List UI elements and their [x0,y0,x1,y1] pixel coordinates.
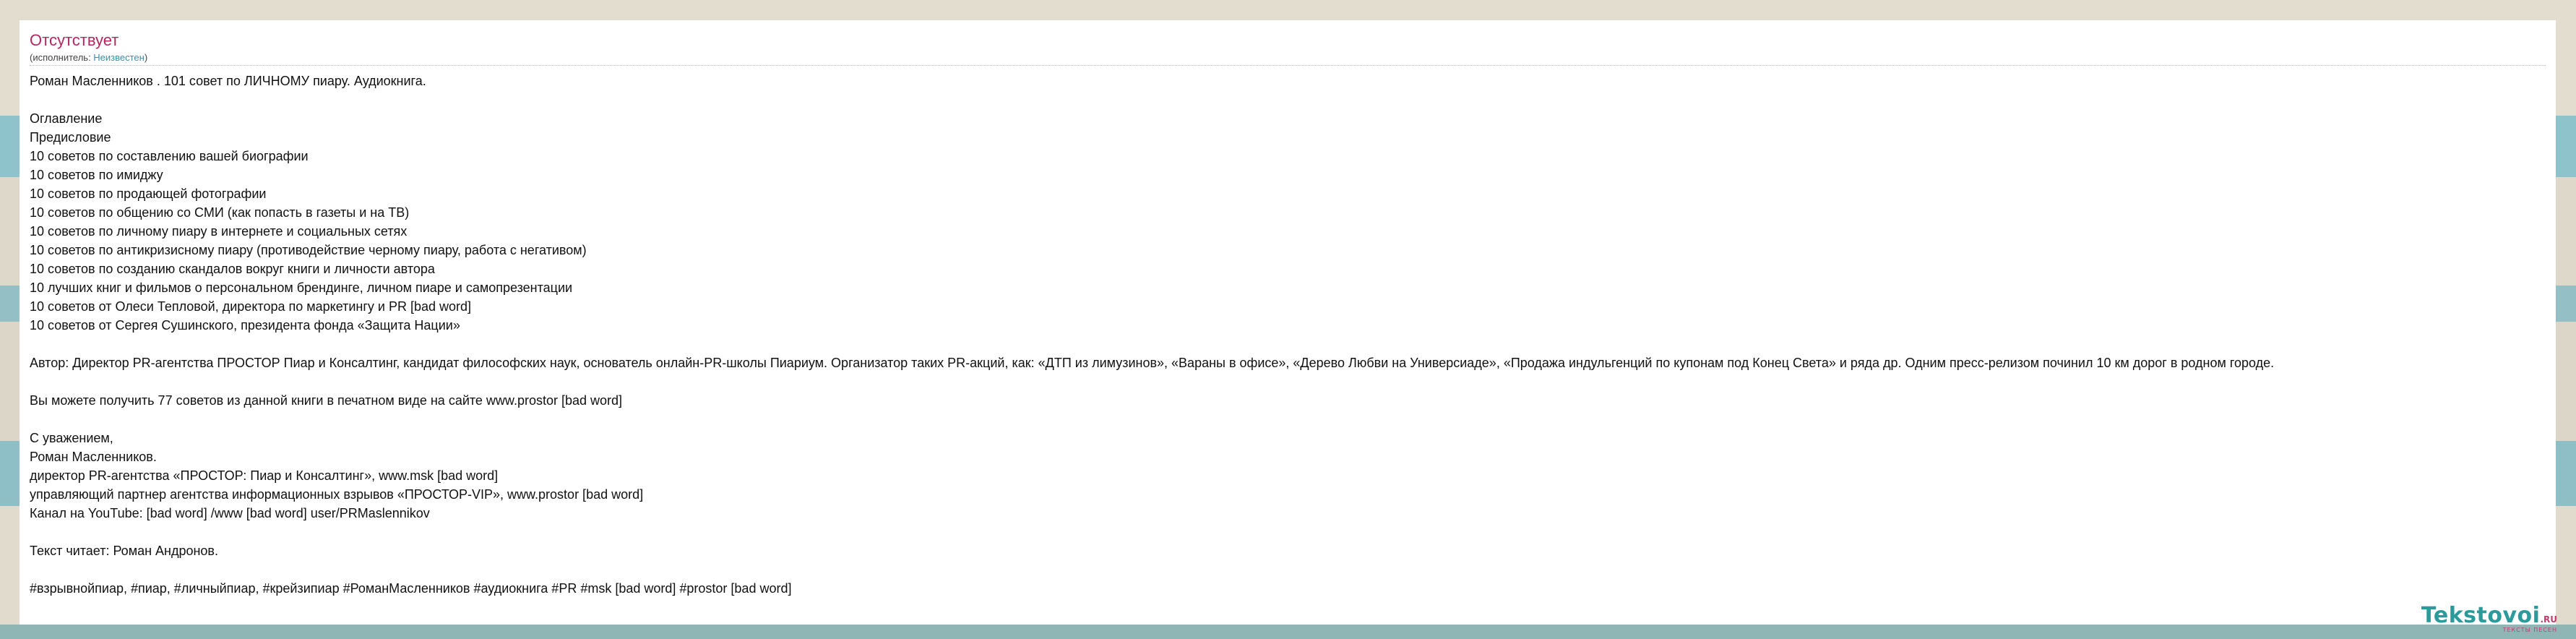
lyrics-line: Оглавление [30,111,103,126]
title-divider [30,65,2546,66]
lyrics-line: Текст читает: Роман Андронов. [30,544,218,558]
logo-wordmark: Tekstovoi [2421,603,2541,628]
logo-domain-suffix: .RU [2540,614,2557,625]
lyrics-line: директор PR-агентства «ПРОСТОР: Пиар и К… [30,468,499,483]
lyrics-card: Отсутствует (исполнитель: Неизвестен) Ро… [20,20,2556,625]
lyrics-line: Канал на YouTube: [bad word] /www [bad w… [30,506,430,520]
logo-tagline: ТЕКСТЫ ПЕСЕН [2502,627,2557,633]
song-title: Отсутствует [30,31,119,49]
lyrics-line: 10 лучших книг и фильмов о персональном … [30,280,573,295]
lyrics-line: 10 советов по созданию скандалов вокруг … [30,262,435,276]
lyrics-line [30,372,2546,391]
lyrics-line: Роман Масленников . 101 совет по ЛИЧНОМУ… [30,74,426,88]
lyrics-line: С уважением, [30,431,113,445]
lyrics-line: #взрывнойпиар, #пиар, #личныйпиар, #крей… [30,581,792,596]
performer-prefix: (исполнитель: [30,52,94,63]
lyrics-line [30,335,2546,353]
lyrics-line [30,410,2546,429]
lyrics-line: Предисловие [30,130,111,145]
lyrics-line: 10 советов по общению со СМИ (как попаст… [30,205,410,220]
lyrics-line: 10 советов по имиджу [30,168,163,182]
performer-suffix: ) [144,52,148,63]
lyrics-line: Роман Масленников. [30,450,157,464]
lyrics-line: Вы можете получить 77 советов из данной … [30,393,623,408]
lyrics-line: 10 советов по продающей фотографии [30,186,267,201]
performer-link[interactable]: Неизвестен [93,52,145,63]
lyrics-line: 10 советов по составлению вашей биографи… [30,149,309,163]
lyrics-line: Автор: Директор PR-агентства ПРОСТОР Пиа… [30,356,2275,370]
site-logo[interactable]: Tekstovoi.RU ТЕКСТЫ ПЕСЕН [2421,605,2557,633]
lyrics-line: 10 советов от Олеси Тепловой, директора … [30,299,472,314]
lyrics-text: Роман Масленников . 101 совет по ЛИЧНОМУ… [30,72,2546,598]
lyrics-line [30,90,2546,109]
lyrics-line: 10 советов от Сергея Сушинского, президе… [30,318,460,333]
lyrics-line [30,560,2546,579]
lyrics-line [30,523,2546,541]
lyrics-line: управляющий партнер агентства информацио… [30,487,644,502]
lyrics-line: 10 советов по антикризисному пиару (прот… [30,243,587,257]
performer-line: (исполнитель: Неизвестен) [30,52,2546,64]
lyrics-line: 10 советов по личному пиару в интернете … [30,224,408,239]
page-bottom-band [0,625,2576,639]
